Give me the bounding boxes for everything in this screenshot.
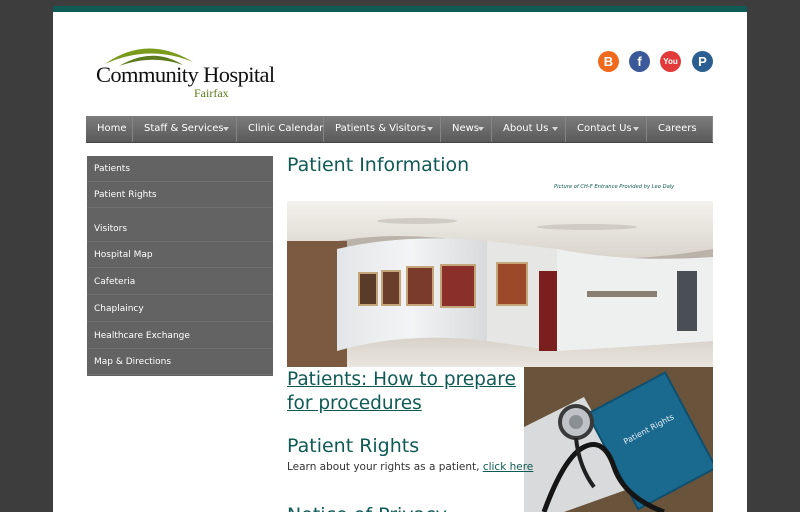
nav-item-label: Staff & Services xyxy=(144,123,224,134)
patient-rights-heading: Patient Rights xyxy=(287,435,420,457)
nav-item-home[interactable]: Home xyxy=(86,116,133,142)
sidebar-item-visitors[interactable]: Visitors xyxy=(87,216,273,242)
sidebar-item-healthcare-exchange[interactable]: Healthcare Exchange xyxy=(87,323,273,349)
nav-item-careers[interactable]: Careers xyxy=(647,116,713,142)
logo-name: Community Hospital xyxy=(96,62,275,87)
logo-subtitle: Fairfax xyxy=(194,86,229,100)
photo-credit: Picture of CH-F Entrance Provided by Leo… xyxy=(554,184,675,190)
nav-item-staff-services[interactable]: Staff & Services xyxy=(133,116,237,142)
hospital-entrance-photo xyxy=(287,201,713,367)
nav-item-label: Careers xyxy=(658,123,697,134)
chevron-down-icon xyxy=(223,127,229,131)
nav-item-label: Home xyxy=(97,123,127,134)
sidebar-item-map-directions[interactable]: Map & Directions xyxy=(87,349,273,375)
procedures-link[interactable]: Patients: How to prepare for procedures xyxy=(287,368,522,416)
page-title: Patient Information xyxy=(287,154,470,176)
chevron-down-icon xyxy=(478,127,484,131)
stethoscope-photo: Patient Rights xyxy=(524,367,713,512)
hospital-logo[interactable]: Community Hospital Fairfax xyxy=(95,40,275,102)
nav-item-label: Patients & Visitors xyxy=(335,123,426,134)
blogger-icon[interactable]: B xyxy=(598,51,619,72)
chevron-down-icon xyxy=(427,127,433,131)
nav-item-label: About Us xyxy=(503,123,549,134)
sidebar-item-patients[interactable]: Patients xyxy=(87,156,273,182)
nav-item-label: Clinic Calendar xyxy=(248,123,324,134)
nav-item-news[interactable]: News xyxy=(441,116,492,142)
privacy-heading: Notice of Privacy xyxy=(287,504,447,512)
sidebar-item-patient-rights[interactable]: Patient Rights xyxy=(87,182,273,208)
nav-item-label: News xyxy=(452,123,480,134)
patient-rights-text: Learn about your rights as a patient, cl… xyxy=(287,461,533,473)
chevron-down-icon xyxy=(552,127,558,131)
nav-item-label: Contact Us xyxy=(577,123,632,134)
top-accent-bar xyxy=(53,6,747,12)
nav-item-patients-visitors[interactable]: Patients & Visitors xyxy=(324,116,441,142)
chevron-down-icon xyxy=(633,127,639,131)
side-nav: Patients Patient Rights Visitors Hospital M… xyxy=(87,156,273,376)
click-here-link[interactable]: click here xyxy=(483,461,533,473)
nav-item-about-us[interactable]: About Us xyxy=(492,116,566,142)
sidebar-item-cafeteria[interactable]: Cafeteria xyxy=(87,269,273,295)
youtube-icon[interactable]: You xyxy=(660,51,681,72)
facebook-icon[interactable]: f xyxy=(629,51,650,72)
sidebar-item-hospital-map[interactable]: Hospital Map xyxy=(87,242,273,268)
nav-item-clinic-calendar[interactable]: Clinic Calendar xyxy=(237,116,324,142)
nav-item-contact-us[interactable]: Contact Us xyxy=(566,116,647,142)
page-container: Community Hospital Fairfax Bf You P Home St… xyxy=(53,6,747,512)
sidebar-item-chaplaincy[interactable]: Chaplaincy xyxy=(87,296,273,322)
main-nav: Home Staff & Services Clinic Calendar Patie… xyxy=(86,116,713,143)
patient-rights-description: Learn about your rights as a patient, xyxy=(287,461,480,473)
paypal-icon[interactable]: P xyxy=(692,51,713,72)
